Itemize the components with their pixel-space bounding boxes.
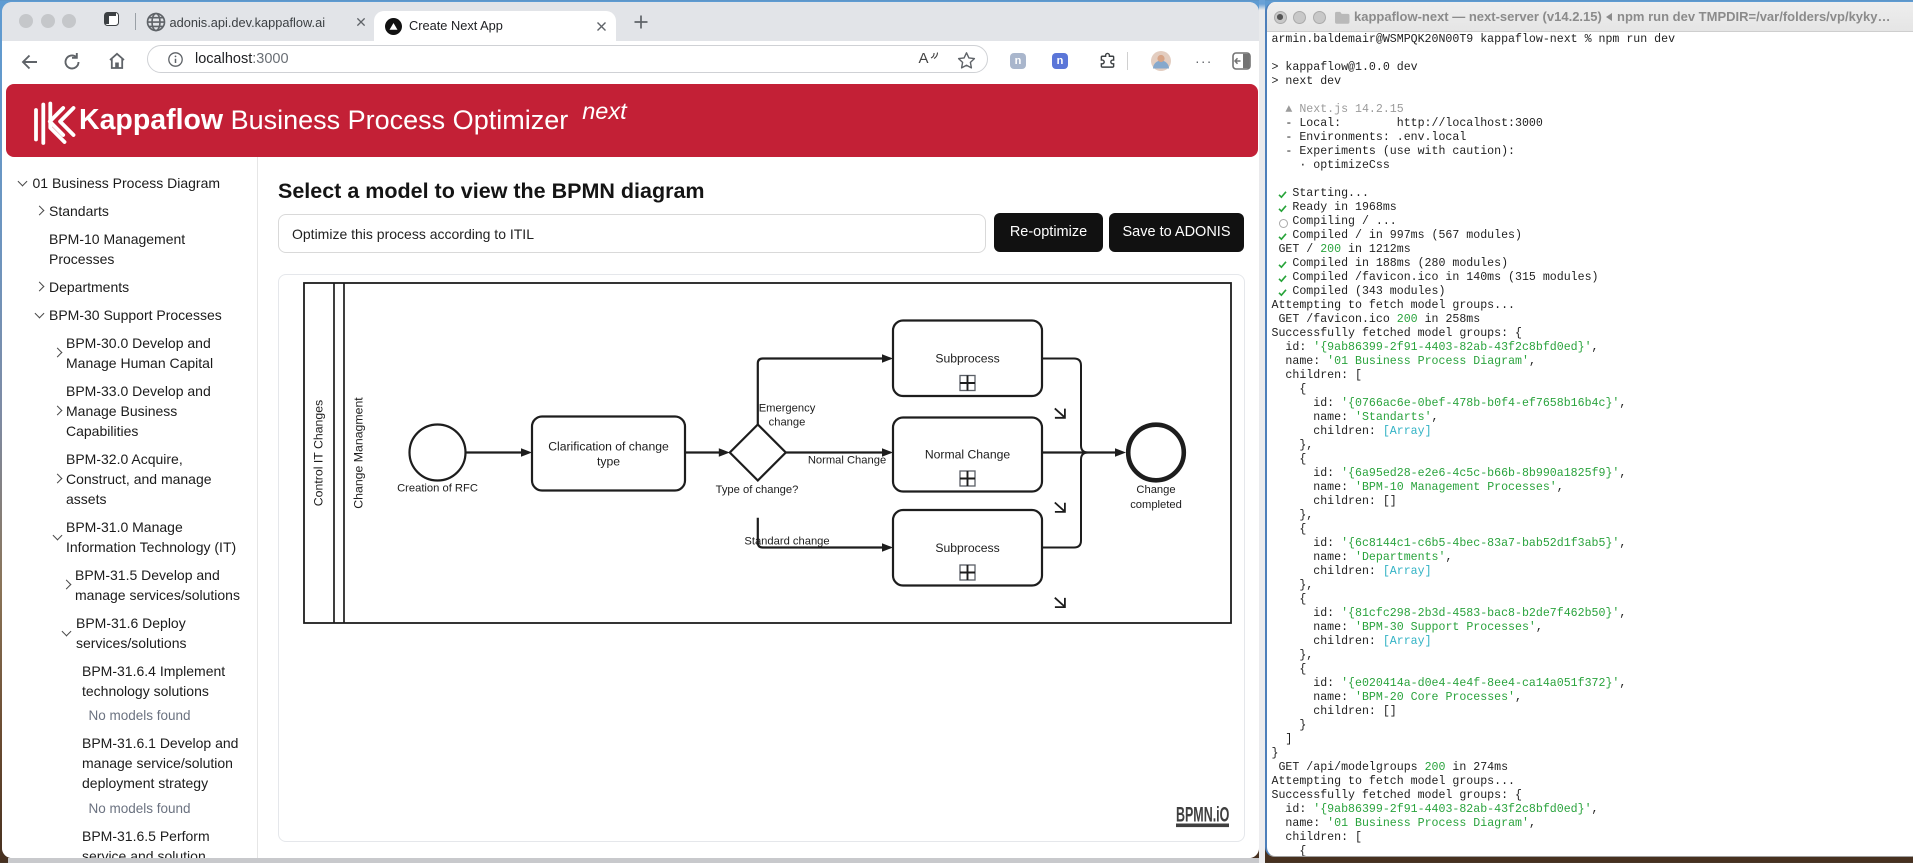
svg-text:Change Managment: Change Managment xyxy=(351,396,365,508)
svg-text:Emergency: Emergency xyxy=(759,402,816,414)
svg-text:completed: completed xyxy=(1130,499,1182,511)
svg-text:Clarification of change: Clarification of change xyxy=(548,439,669,453)
svg-text:Type of change?: Type of change? xyxy=(716,484,799,496)
svg-text:Subprocess: Subprocess xyxy=(935,540,999,554)
svg-text:Creation of RFC: Creation of RFC xyxy=(397,482,478,494)
svg-text:type: type xyxy=(597,454,620,468)
svg-text:Change: Change xyxy=(1136,484,1175,496)
svg-text:Normal Change: Normal Change xyxy=(808,454,886,466)
svg-text:Control IT Changes: Control IT Changes xyxy=(311,399,325,505)
svg-text:Subprocess: Subprocess xyxy=(935,351,999,365)
svg-text:Standard change: Standard change xyxy=(744,535,829,547)
svg-text:BPMN.iO: BPMN.iO xyxy=(1176,801,1229,825)
svg-text:Normal Change: Normal Change xyxy=(925,447,1011,461)
svg-text:change: change xyxy=(769,416,806,428)
